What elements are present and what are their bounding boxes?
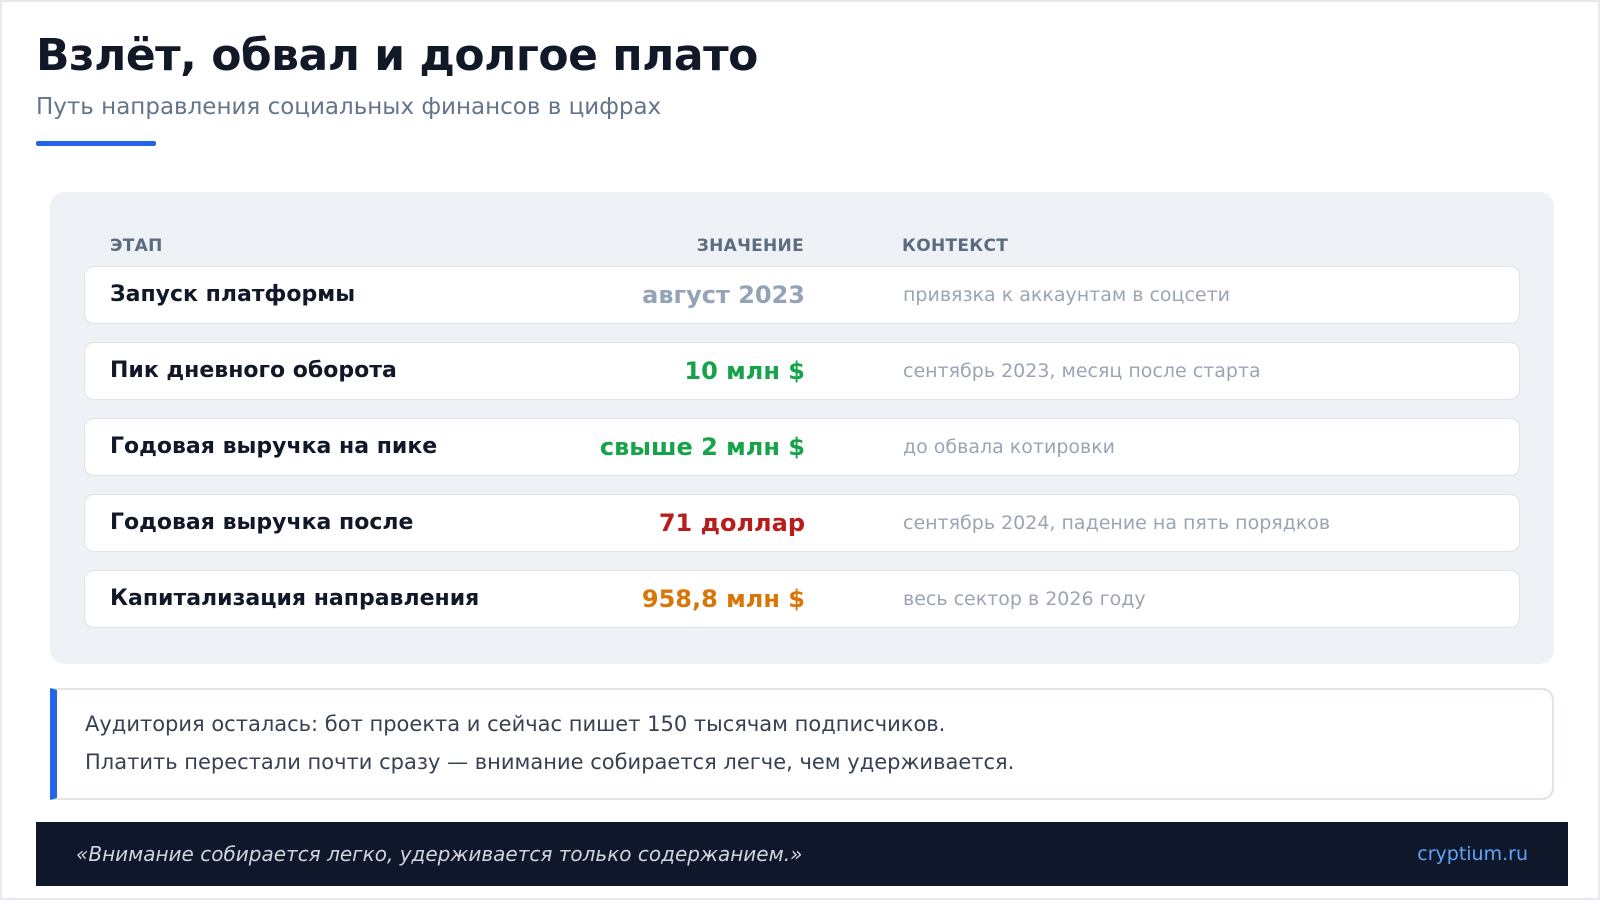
callout-note: Аудитория осталась: бот проекта и сейчас… bbox=[50, 688, 1554, 800]
row-context: весь сектор в 2026 году bbox=[903, 588, 1146, 610]
row-stage: Пик дневного оборота bbox=[110, 358, 397, 383]
row-value: 958,8 млн $ bbox=[641, 585, 805, 613]
column-header-value: ЗНАЧЕНИЕ bbox=[696, 236, 804, 256]
site-link[interactable]: cryptium.ru bbox=[1417, 822, 1528, 886]
row-context: сентябрь 2024, падение на пять порядков bbox=[903, 512, 1331, 534]
row-stage: Запуск платформы bbox=[110, 282, 356, 307]
column-header-stage: ЭТАП bbox=[110, 236, 163, 256]
table-row: Капитализация направления 958,8 млн $ ве… bbox=[84, 570, 1520, 628]
slide: Взлёт, обвал и долгое плато Путь направл… bbox=[0, 0, 1600, 900]
row-context: привязка к аккаунтам в соцсети bbox=[903, 284, 1231, 306]
row-context: до обвала котировки bbox=[903, 436, 1116, 458]
table-row: Пик дневного оборота 10 млн $ сентябрь 2… bbox=[84, 342, 1520, 400]
page-subtitle: Путь направления социальных финансов в ц… bbox=[36, 94, 662, 120]
page-title: Взлёт, обвал и долгое плато bbox=[36, 30, 758, 81]
table-row: Годовая выручка после 71 доллар сентябрь… bbox=[84, 494, 1520, 552]
row-context: сентябрь 2023, месяц после старта bbox=[903, 360, 1261, 382]
row-value: 71 доллар bbox=[658, 509, 805, 537]
row-stage: Годовая выручка на пике bbox=[110, 434, 438, 459]
row-value: свыше 2 млн $ bbox=[599, 433, 805, 461]
footer-bar: «Внимание собирается легко, удерживается… bbox=[36, 822, 1568, 886]
footer-quote: «Внимание собирается легко, удерживается… bbox=[76, 842, 803, 866]
row-value: август 2023 bbox=[642, 281, 805, 309]
note-line-2: Платить перестали почти сразу — внимание… bbox=[85, 750, 1015, 774]
table-row: Запуск платформы август 2023 привязка к … bbox=[84, 266, 1520, 324]
stats-table: ЭТАП ЗНАЧЕНИЕ КОНТЕКСТ Запуск платформы … bbox=[50, 192, 1554, 664]
note-line-1: Аудитория осталась: бот проекта и сейчас… bbox=[85, 712, 946, 736]
column-header-context: КОНТЕКСТ bbox=[902, 236, 1009, 256]
table-row: Годовая выручка на пике свыше 2 млн $ до… bbox=[84, 418, 1520, 476]
row-stage: Капитализация направления bbox=[110, 586, 480, 611]
title-accent-bar bbox=[36, 141, 156, 146]
row-value: 10 млн $ bbox=[684, 357, 805, 385]
row-stage: Годовая выручка после bbox=[110, 510, 414, 535]
